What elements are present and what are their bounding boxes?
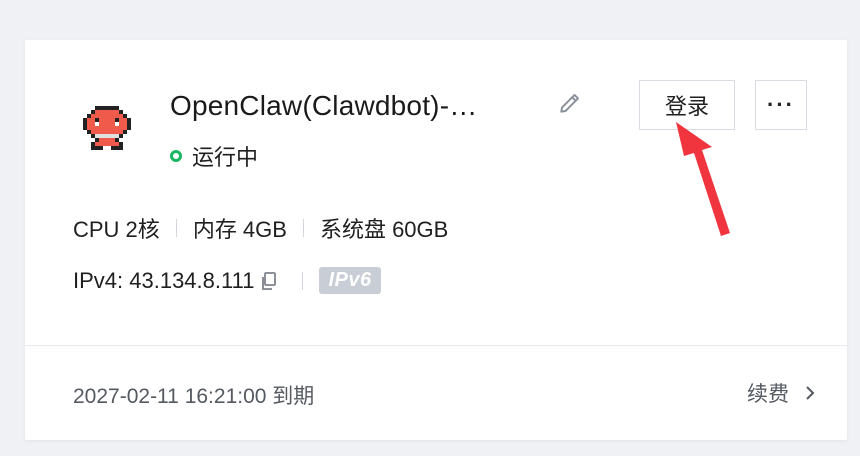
card-divider <box>25 345 847 346</box>
status-dot-icon <box>170 150 182 162</box>
instance-status: 运行中 <box>170 140 258 172</box>
divider <box>302 271 304 290</box>
ipv4-address: IPv4: 43.134.8.111 <box>73 267 255 293</box>
instance-card: OpenClaw(Clawdbot)-… 运行中 登录 ··· CPU 2核 内… <box>25 40 847 440</box>
edit-icon[interactable] <box>557 90 583 116</box>
disk-spec: 系统盘 60GB <box>319 217 449 242</box>
cpu-spec: CPU 2核 <box>73 217 160 242</box>
expire-date: 2027-02-11 16:21:00 到期 <box>73 385 315 408</box>
login-button[interactable]: 登录 <box>639 80 735 130</box>
spec-row: CPU 2核 内存 4GB 系统盘 60GB <box>73 212 448 244</box>
ip-row: IPv4: 43.134.8.111 IPv6 <box>73 267 381 294</box>
ipv6-badge: IPv6 <box>319 267 381 294</box>
renew-link[interactable]: 续费 <box>747 378 817 408</box>
renew-label: 续费 <box>747 383 789 406</box>
chevron-right-icon <box>806 386 815 400</box>
more-icon: ··· <box>767 92 795 117</box>
divider <box>302 219 304 237</box>
divider <box>175 219 177 237</box>
instance-name: OpenClaw(Clawdbot)-… <box>170 90 478 121</box>
robot-avatar-icon <box>83 106 131 150</box>
memory-spec: 内存 4GB <box>192 217 287 242</box>
status-text: 运行中 <box>192 145 259 170</box>
copy-icon[interactable] <box>260 271 278 291</box>
more-button[interactable]: ··· <box>755 80 807 130</box>
